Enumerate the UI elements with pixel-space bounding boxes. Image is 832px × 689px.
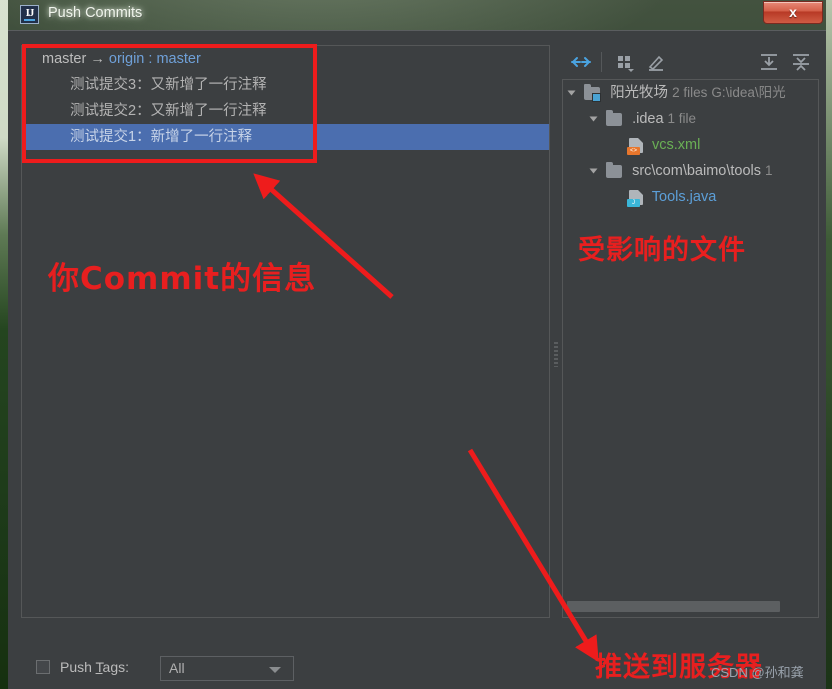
show-diff-icon[interactable] [569,51,593,73]
tree-root-label: 阳光牧场 [610,85,669,101]
module-folder-icon [584,83,602,102]
affected-files-panel: 阳光牧场 2 files G:\idea\阳光 .idea 1 file <> … [561,45,820,618]
push-tags-selected-value: All [169,660,185,676]
splitter-grip-icon [554,341,558,367]
tree-file-label: vcs.xml [652,137,701,153]
push-tags-label: Push Tags: [60,659,129,675]
panel-splitter[interactable] [551,45,561,618]
push-tags-checkbox[interactable] [36,660,50,674]
branch-source-label: master [42,51,87,67]
edit-source-icon[interactable] [645,51,669,73]
window-title: Push Commits [48,5,143,21]
tree-file-label: Tools.java [651,189,717,205]
group-by-icon[interactable] [613,51,637,73]
title-bar: IJ Push Commits x [0,0,832,30]
folder-icon [606,109,623,126]
commit-list-panel[interactable]: master → origin : master 测试提交3：又新增了一行注释 … [21,45,550,618]
tree-row[interactable]: src\com\baimo\tools 1 [563,158,818,184]
close-icon: x [789,4,797,20]
commit-message: 测试提交3：又新增了一行注释 [70,77,267,93]
push-tags-label-pre: Push [60,659,96,675]
commit-row[interactable]: 测试提交1：新增了一行注释 [22,124,549,150]
chevron-down-icon[interactable] [589,116,598,122]
affected-files-tree[interactable]: 阳光牧场 2 files G:\idea\阳光 .idea 1 file <> … [562,79,819,618]
tree-row[interactable]: 阳光牧场 2 files G:\idea\阳光 [563,80,818,106]
window-frame-right-edge [826,0,832,689]
java-file-icon: J [627,189,643,207]
tree-group-label: .idea [632,111,664,127]
push-tags-label-post: ags: [102,659,130,675]
push-tags-select[interactable]: All [160,656,294,681]
branch-remote-label: origin [108,51,145,67]
screenshot-root: IJ Push Commits x master → origin : mast… [0,0,832,689]
files-tree-horizontal-scrollbar[interactable] [567,601,814,612]
branch-arrow-icon: → [90,51,105,67]
commit-message: 测试提交2：又新增了一行注释 [70,103,267,119]
tree-row[interactable]: .idea 1 file [563,106,818,132]
branch-header-row[interactable]: master → origin : master [22,46,549,72]
toolbar-separator [601,52,602,72]
branch-target-label: master [156,51,201,67]
window-frame-left-edge [0,0,8,689]
commit-row[interactable]: 测试提交3：又新增了一行注释 [22,72,549,98]
chevron-down-icon[interactable] [589,168,598,174]
commit-message: 测试提交1：新增了一行注释 [70,129,253,145]
tree-row[interactable]: <> vcs.xml [563,132,818,158]
files-toolbar [561,45,820,79]
commit-row[interactable]: 测试提交2：又新增了一行注释 [22,98,549,124]
branch-separator: : [148,51,153,67]
close-button[interactable]: x [763,1,823,24]
collapse-all-icon[interactable] [789,51,813,73]
folder-icon [606,161,623,178]
intellij-idea-icon-bar [24,19,35,21]
tree-root-count: 2 files [672,85,708,100]
push-commits-dialog: master → origin : master 测试提交3：又新增了一行注释 … [8,30,826,689]
intellij-idea-icon: IJ [20,5,39,24]
expand-all-icon[interactable] [757,51,781,73]
tree-group-label: src\com\baimo\tools [632,163,761,179]
chevron-down-icon[interactable] [567,90,576,96]
tree-group-count: 1 [765,163,773,178]
push-tags-mnemonic: T [95,659,103,675]
scrollbar-thumb[interactable] [567,601,780,612]
xml-file-icon: <> [627,137,643,155]
tree-root-path: G:\idea\阳光 [711,85,786,100]
tree-group-count: 1 file [667,111,697,126]
chevron-down-icon [269,667,281,673]
intellij-idea-icon-glyph: IJ [25,7,35,19]
tree-row[interactable]: J Tools.java [563,184,818,210]
